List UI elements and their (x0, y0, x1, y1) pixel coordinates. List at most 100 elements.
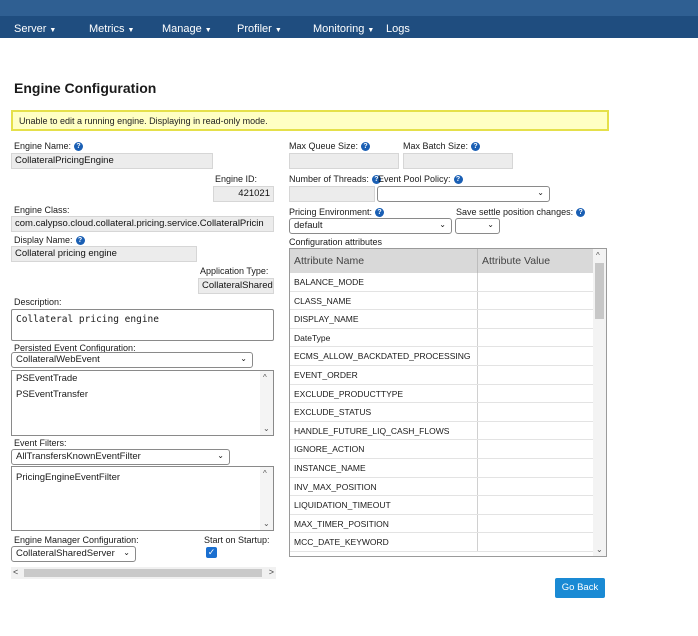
event-filter-list[interactable]: PricingEngineEventFilter ^ ⌄ (11, 466, 274, 531)
threads-field[interactable] (289, 186, 375, 202)
help-icon[interactable]: ? (576, 207, 586, 217)
event-pool-select[interactable]: ⌄ (377, 186, 550, 202)
column-header-name[interactable]: Attribute Name (290, 249, 478, 273)
table-row[interactable]: CLASS_NAME (290, 291, 594, 311)
go-back-button[interactable]: Go Back (555, 578, 605, 598)
attribute-value-cell[interactable] (478, 366, 594, 384)
table-row[interactable]: EVENT_ORDER (290, 365, 594, 385)
save-settle-select[interactable]: ⌄ (455, 218, 500, 234)
max-batch-field[interactable] (403, 153, 513, 169)
table-row[interactable]: HANDLE_FUTURE_LIQ_CASH_FLOWS (290, 421, 594, 441)
save-settle-label: Save settle position changes:? (456, 207, 586, 217)
scrollbar-thumb[interactable] (24, 569, 262, 577)
event-filter-select[interactable]: AllTransfersKnownEventFilter ⌄ (11, 449, 230, 465)
attribute-value-cell[interactable] (478, 385, 594, 403)
chevron-down-icon[interactable]: ⌄ (263, 519, 270, 528)
attribute-value-cell[interactable] (478, 533, 594, 551)
table-row[interactable]: MAX_TIMER_POSITION (290, 514, 594, 534)
chevron-right-icon[interactable]: > (269, 567, 274, 577)
attributes-table-body: BALANCE_MODE CLASS_NAME DISPLAY_NAME DateTy… (290, 273, 594, 552)
attribute-value-cell[interactable] (478, 478, 594, 496)
engine-id-label: Engine ID: (215, 174, 258, 184)
engine-manager-select[interactable]: CollateralSharedServer ⌄ (11, 546, 136, 562)
nav-server[interactable]: Server ▼ (14, 23, 56, 35)
engine-class-field[interactable]: com.calypso.cloud.collateral.pricing.ser… (11, 216, 274, 232)
application-type-field[interactable]: CollateralSharedS (198, 278, 274, 294)
chevron-down-icon: ▼ (49, 26, 57, 34)
attribute-value-cell[interactable] (478, 403, 594, 421)
nav-profiler[interactable]: Profiler ▼ (237, 23, 282, 35)
table-row[interactable]: EXCLUDE_STATUS (290, 403, 594, 422)
nav-monitoring[interactable]: Monitoring ▼ (313, 23, 374, 35)
table-row[interactable]: DateType (290, 328, 594, 348)
nav-metrics[interactable]: Metrics ▼ (89, 23, 134, 35)
vertical-scrollbar[interactable]: ^ ⌄ (260, 467, 273, 530)
table-row[interactable]: BALANCE_MODE (290, 273, 594, 292)
table-row[interactable]: INSTANCE_NAME (290, 458, 594, 478)
help-icon[interactable]: ? (75, 235, 85, 245)
nav-logs[interactable]: Logs (386, 23, 410, 35)
table-row[interactable]: DISPLAY_NAME (290, 310, 594, 329)
chevron-up-icon[interactable]: ^ (263, 469, 267, 478)
attribute-value-cell[interactable] (478, 310, 594, 328)
attribute-value-cell[interactable] (478, 459, 594, 477)
attribute-value-cell[interactable] (478, 273, 594, 291)
table-row[interactable]: MCC_DATE_KEYWORD (290, 533, 594, 552)
help-icon[interactable]: ? (471, 141, 481, 151)
max-queue-field[interactable] (289, 153, 399, 169)
chevron-down-icon: ⌄ (439, 220, 446, 229)
help-icon[interactable]: ? (74, 141, 84, 151)
help-icon[interactable]: ? (375, 207, 385, 217)
table-row[interactable]: EXCLUDE_PRODUCTTYPE (290, 384, 594, 404)
save-settle-label-text: Save settle position changes: (456, 207, 574, 217)
description-textarea[interactable]: Collateral pricing engine (11, 309, 274, 341)
table-row[interactable]: IGNORE_ACTION (290, 440, 594, 459)
scrollbar-thumb[interactable] (595, 263, 604, 319)
attribute-value-cell[interactable] (478, 440, 594, 458)
start-on-startup-checkbox[interactable]: ✓ (206, 547, 217, 558)
chevron-up-icon[interactable]: ^ (596, 251, 600, 260)
max-queue-label: Max Queue Size:? (289, 141, 371, 151)
chevron-up-icon[interactable]: ^ (263, 373, 267, 382)
persisted-event-select[interactable]: CollateralWebEvent ⌄ (11, 352, 253, 368)
pricing-env-select[interactable]: default ⌄ (289, 218, 452, 234)
attribute-value-cell[interactable] (478, 515, 594, 533)
table-row[interactable]: LIQUIDATION_TIMEOUT (290, 496, 594, 515)
attribute-name-cell: EXCLUDE_STATUS (290, 403, 478, 421)
chevron-down-icon: ⌄ (487, 220, 494, 229)
engine-name-field[interactable]: CollateralPricingEngine (11, 153, 213, 169)
chevron-down-icon[interactable]: ⌄ (596, 545, 603, 554)
help-icon[interactable]: ? (453, 174, 463, 184)
attribute-name-cell: HANDLE_FUTURE_LIQ_CASH_FLOWS (290, 421, 478, 440)
display-name-field[interactable]: Collateral pricing engine (11, 246, 197, 262)
horizontal-scrollbar[interactable]: < > (11, 567, 276, 579)
table-row[interactable]: ECMS_ALLOW_BACKDATED_PROCESSING (290, 347, 594, 366)
attribute-value-cell[interactable] (478, 329, 594, 347)
list-item[interactable]: PricingEngineEventFilter (12, 470, 273, 486)
engine-manager-label: Engine Manager Configuration: (14, 535, 139, 545)
attribute-value-cell[interactable] (478, 422, 594, 440)
help-icon[interactable]: ? (361, 141, 371, 151)
attributes-table: Attribute Name Attribute Value BALANCE_M… (289, 248, 607, 557)
nav-monitoring-label: Monitoring (313, 23, 365, 35)
vertical-scrollbar[interactable]: ^ ⌄ (593, 249, 606, 556)
threads-label-text: Number of Threads: (289, 174, 369, 184)
vertical-scrollbar[interactable]: ^ ⌄ (260, 371, 273, 435)
persisted-event-list[interactable]: PSEventTrade PSEventTransfer ^ ⌄ (11, 370, 274, 436)
attribute-value-cell[interactable] (478, 292, 594, 310)
chevron-down-icon: ▼ (127, 26, 135, 34)
chevron-left-icon[interactable]: < (13, 567, 18, 577)
table-row[interactable]: INV_MAX_POSITION (290, 477, 594, 497)
list-item[interactable]: PSEventTransfer (12, 387, 273, 403)
nav-logs-label: Logs (386, 23, 410, 35)
list-item[interactable]: PSEventTrade (12, 371, 273, 387)
attribute-value-cell[interactable] (478, 347, 594, 365)
nav-manage[interactable]: Manage ▼ (162, 23, 212, 35)
attribute-name-cell: MAX_TIMER_POSITION (290, 514, 478, 533)
engine-id-field[interactable]: 421021 (213, 186, 274, 202)
chevron-down-icon: ⌄ (240, 354, 247, 363)
threads-label: Number of Threads:? (289, 174, 381, 184)
chevron-down-icon[interactable]: ⌄ (263, 424, 270, 433)
attribute-value-cell[interactable] (478, 496, 594, 514)
column-header-value[interactable]: Attribute Value (478, 249, 594, 273)
